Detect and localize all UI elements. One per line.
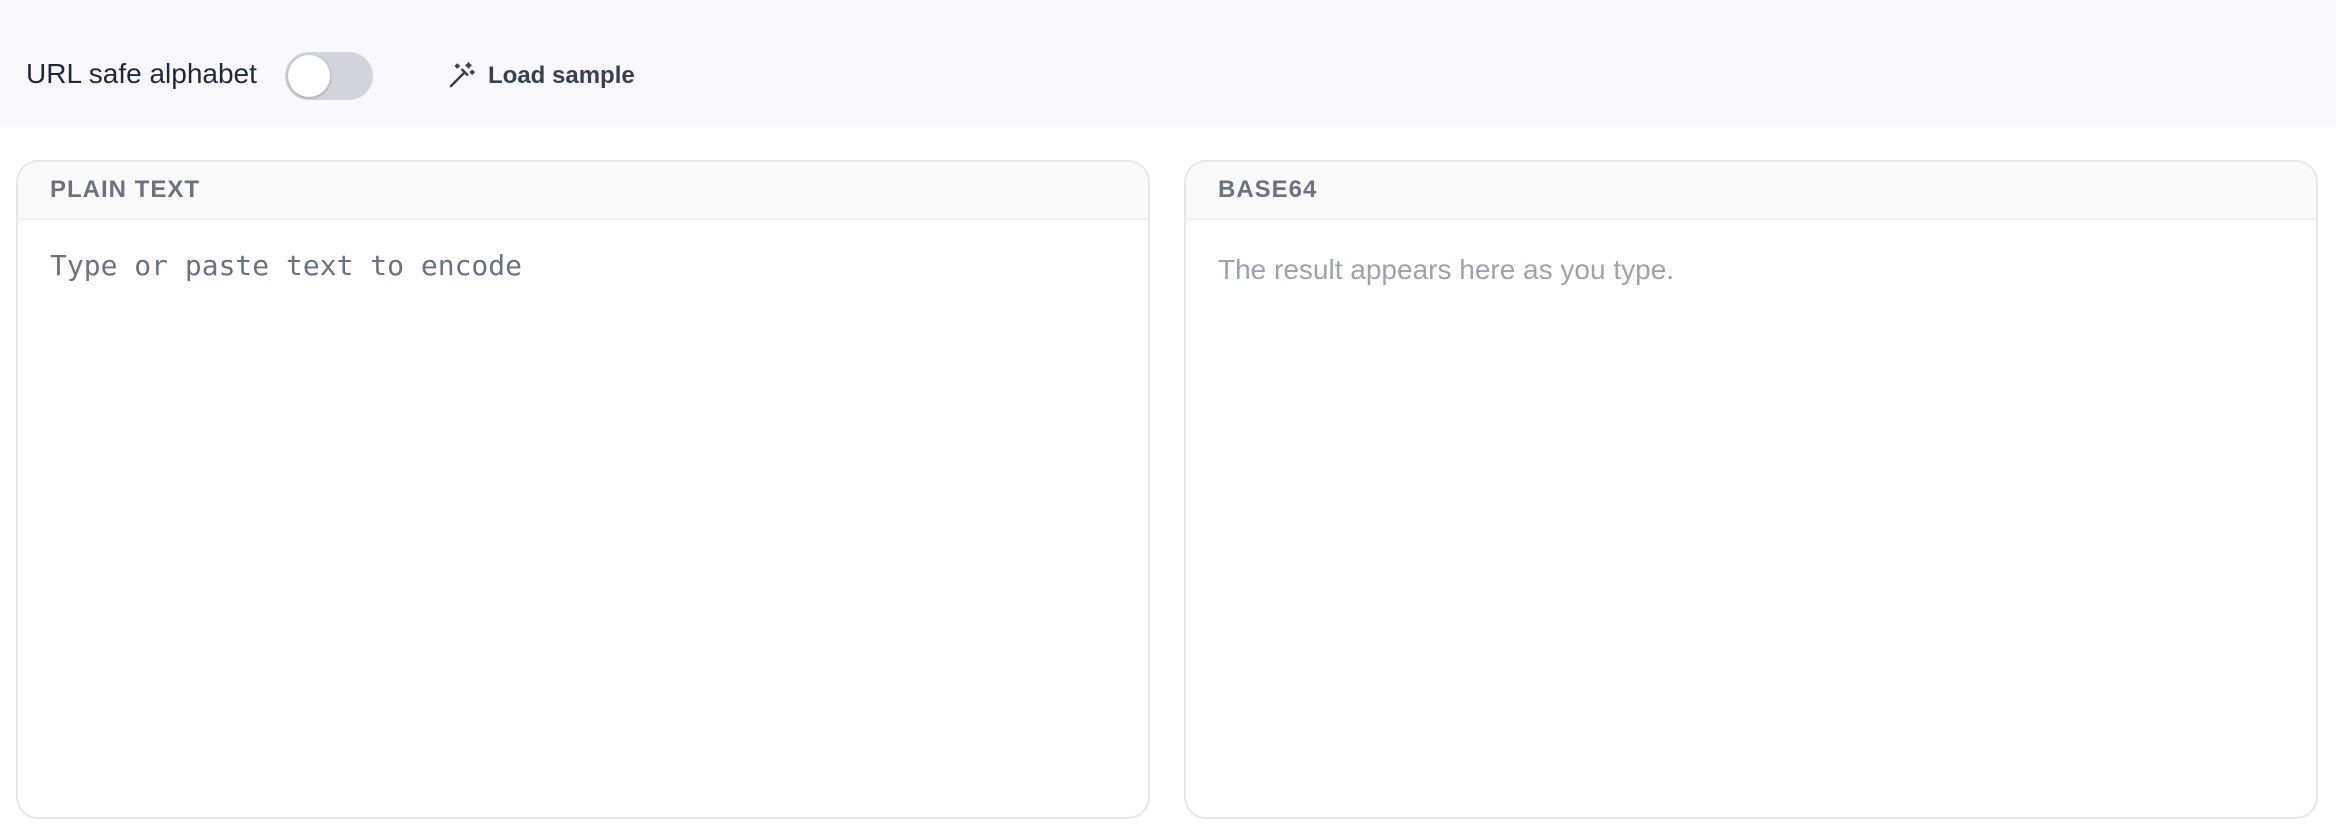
toggle-knob <box>288 55 330 97</box>
plain-text-panel: PLAIN TEXT <box>16 160 1150 819</box>
plain-text-input[interactable] <box>18 220 1148 817</box>
url-safe-label: URL safe alphabet <box>26 58 257 89</box>
plain-text-header: PLAIN TEXT <box>18 162 1148 220</box>
base64-panel: BASE64 The result appears here as you ty… <box>1184 160 2318 819</box>
url-safe-toggle[interactable] <box>285 52 373 100</box>
base64-title: BASE64 <box>1218 176 1318 203</box>
toolbar: URL safe alphabet Load sample <box>0 0 2336 127</box>
base64-output: The result appears here as you type. <box>1218 254 1675 285</box>
plain-text-title: PLAIN TEXT <box>50 176 201 203</box>
load-sample-button[interactable]: Load sample <box>446 56 635 96</box>
magic-wand-icon <box>446 61 476 91</box>
base64-header: BASE64 <box>1186 162 2316 220</box>
load-sample-label: Load sample <box>488 62 635 89</box>
